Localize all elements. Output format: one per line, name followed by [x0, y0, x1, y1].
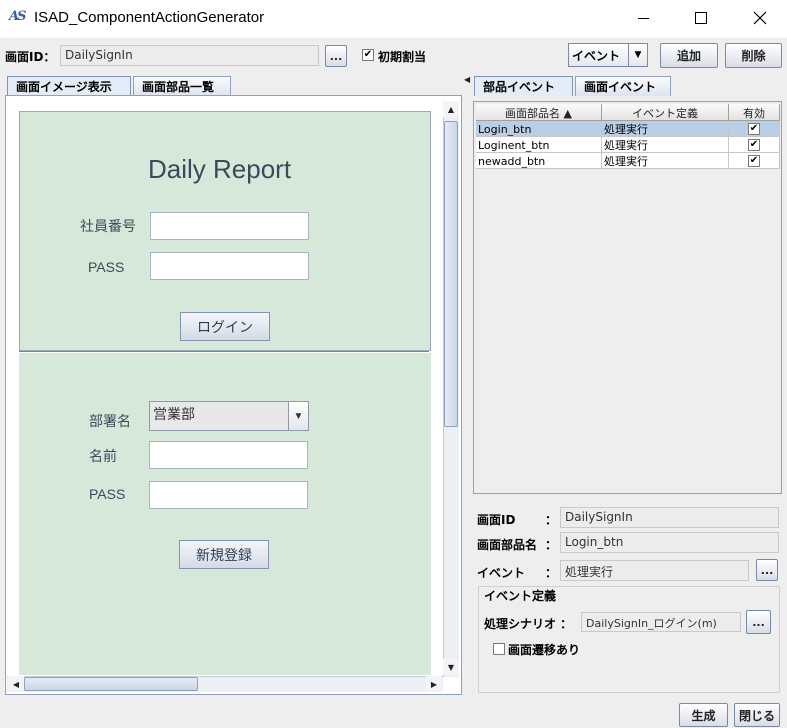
event-type-value: イベント	[572, 48, 621, 63]
pass-input[interactable]	[150, 252, 309, 280]
tab-image-view[interactable]: 画面イメージ表示	[7, 76, 131, 96]
cell-enabled[interactable]: ✔	[729, 137, 780, 153]
check-icon: ✔	[363, 49, 373, 60]
chevron-down-icon: ▼	[628, 44, 647, 66]
scroll-left-icon[interactable]: ◀	[8, 676, 24, 692]
transition-label: 画面遷移あり	[508, 643, 581, 657]
horizontal-scroll-thumb[interactable]	[24, 677, 198, 691]
cell-event: 処理実行	[602, 137, 729, 153]
close-icon	[753, 11, 767, 25]
tab-screen-events[interactable]: 画面イベント	[575, 76, 671, 96]
enabled-checkbox[interactable]: ✔	[748, 139, 760, 151]
scenario-label: 処理シナリオ ：	[484, 617, 573, 631]
add-button[interactable]: 追加	[660, 43, 718, 68]
minimize-icon	[637, 17, 649, 19]
pass-label: PASS	[88, 259, 125, 275]
app-logo-icon: AS	[9, 9, 26, 24]
event-type-select[interactable]: イベント ▼	[568, 43, 648, 67]
detail-event-browse-button[interactable]: ...	[756, 559, 778, 581]
screen-id-browse-button[interactable]: ...	[325, 45, 347, 67]
name-label: 名前	[89, 448, 117, 464]
dept-label: 部署名	[89, 413, 131, 429]
screen-preview: Daily Report 社員番号 PASS ログイン 部署名 営業部 ▼ 名前…	[19, 111, 442, 675]
cell-event: 処理実行	[602, 121, 729, 137]
employee-no-input[interactable]	[150, 212, 309, 240]
screen-id-label: 画面ID：	[5, 50, 56, 64]
section-divider	[19, 351, 429, 352]
employee-no-label: 社員番号	[80, 218, 136, 234]
login-button[interactable]: ログイン	[180, 312, 270, 341]
name-input[interactable]	[149, 441, 308, 469]
column-header-enabled[interactable]: 有効	[729, 104, 780, 121]
colon: ：	[545, 538, 558, 552]
cell-enabled[interactable]: ✔	[729, 121, 780, 137]
enabled-checkbox[interactable]: ✔	[748, 155, 760, 167]
colon: ：	[545, 513, 558, 527]
column-header-part[interactable]: 画面部品名 ▲	[476, 104, 602, 121]
scenario-field[interactable]: DailySignIn_ログイン(m)	[581, 612, 741, 632]
colon: ：	[545, 566, 558, 580]
detail-part-name-field[interactable]: Login_btn	[560, 532, 779, 553]
cell-part: newadd_btn	[476, 153, 602, 169]
detail-event-field[interactable]: 処理実行	[560, 560, 749, 581]
detail-event-label: イベント	[477, 566, 526, 580]
generate-button[interactable]: 生成	[679, 703, 728, 727]
pass-label-2: PASS	[89, 486, 126, 502]
window-title: ISAD_ComponentActionGenerator	[34, 9, 265, 26]
event-table-header: 画面部品名 ▲ イベント定義 有効	[476, 104, 780, 121]
scenario-browse-button[interactable]: ...	[746, 610, 771, 634]
pass-input-2[interactable]	[149, 481, 308, 509]
splitter-collapse-icon[interactable]: ◀	[464, 75, 470, 84]
column-header-event[interactable]: イベント定義	[602, 104, 729, 121]
login-section: Daily Report 社員番号 PASS ログイン	[19, 111, 431, 351]
cell-part: Login_btn	[476, 121, 602, 137]
tab-part-events[interactable]: 部品イベント	[474, 76, 573, 96]
close-button[interactable]: 閉じる	[734, 703, 780, 727]
chevron-down-icon: ▼	[288, 402, 308, 430]
cell-part: Loginent_btn	[476, 137, 602, 153]
register-button[interactable]: 新規登録	[179, 540, 269, 569]
detail-part-name-label: 画面部品名	[477, 538, 538, 552]
dept-value: 営業部	[153, 406, 195, 422]
event-definition-group-title: イベント定義	[482, 587, 559, 604]
close-window-button[interactable]	[737, 0, 783, 36]
register-section: 部署名 営業部 ▼ 名前 PASS 新規登録	[19, 353, 431, 675]
table-row[interactable]: Login_btn 処理実行 ✔	[476, 121, 780, 137]
minimize-button[interactable]	[620, 0, 666, 36]
vertical-scroll-thumb[interactable]	[444, 121, 458, 427]
tab-parts-list[interactable]: 画面部品一覧	[133, 76, 231, 96]
delete-button[interactable]: 削除	[725, 43, 782, 68]
maximize-button[interactable]	[678, 0, 724, 36]
scroll-up-icon[interactable]: ▲	[443, 101, 459, 117]
enabled-checkbox[interactable]: ✔	[748, 123, 760, 135]
detail-screen-id-field[interactable]: DailySignIn	[560, 507, 779, 528]
scroll-down-icon[interactable]: ▼	[443, 659, 459, 675]
scroll-right-icon[interactable]: ▶	[426, 676, 442, 692]
cell-enabled[interactable]: ✔	[729, 153, 780, 169]
transition-checkbox[interactable]	[493, 643, 505, 655]
dept-select[interactable]: 営業部 ▼	[149, 401, 309, 431]
maximize-icon	[695, 12, 707, 24]
screen-id-field[interactable]: DailySignIn	[60, 45, 319, 66]
initial-assign-label: 初期割当	[378, 50, 427, 64]
detail-screen-id-label: 画面ID	[477, 513, 516, 527]
initial-assign-checkbox[interactable]: ✔	[362, 49, 374, 61]
table-row[interactable]: Loginent_btn 処理実行 ✔	[476, 137, 780, 153]
cell-event: 処理実行	[602, 153, 729, 169]
form-title: Daily Report	[148, 154, 292, 184]
table-row[interactable]: newadd_btn 処理実行 ✔	[476, 153, 780, 169]
